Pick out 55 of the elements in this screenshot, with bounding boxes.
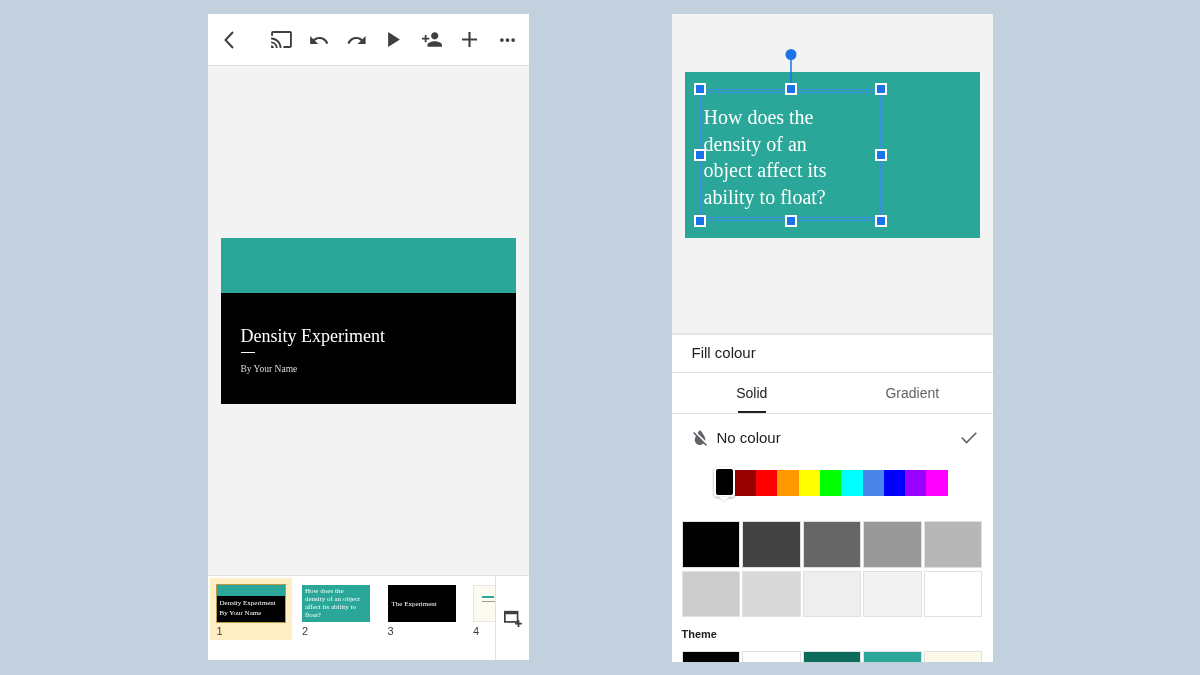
tab[interactable]: Gradient [832,373,993,413]
undo-icon[interactable] [309,35,329,44]
colour-swatch[interactable] [926,470,948,496]
add-person-icon[interactable] [422,32,443,47]
colour-swatch[interactable] [681,521,741,568]
slide-number: 3 [387,625,394,638]
title-rule [240,351,255,353]
colour-swatch[interactable] [905,470,927,496]
resize-handle[interactable] [693,149,706,161]
redo-icon[interactable] [347,35,367,44]
colour-swatch[interactable] [681,570,741,617]
colour-swatch[interactable] [742,521,801,568]
resize-handle[interactable] [874,215,887,227]
slide-thumbnail[interactable]: 4 [466,578,495,640]
add-slide-icon[interactable] [502,609,522,627]
panel-title: Fill colour [691,343,756,364]
colour-swatch[interactable] [862,470,884,496]
cast-icon[interactable] [270,31,292,48]
resize-handle[interactable] [874,83,887,95]
colour-swatch[interactable] [798,470,820,496]
slide-number: 4 [473,625,480,638]
colour-swatch[interactable] [863,570,922,617]
play-icon[interactable] [388,32,401,47]
colour-swatch[interactable] [923,570,983,617]
rotation-handle[interactable] [784,49,797,83]
crossed-drop-icon [692,430,707,446]
slide-title: Density Experiment [240,325,385,346]
resize-handle[interactable] [784,215,797,227]
colour-swatch[interactable] [734,470,757,496]
plus-icon[interactable] [462,32,478,47]
colour-swatch[interactable] [841,470,863,496]
theme-label: Theme [681,627,717,641]
colour-swatch[interactable] [883,470,906,496]
slide-number: 1 [216,625,223,638]
colour-swatch[interactable] [802,521,862,568]
no-colour-label: No colour [716,427,781,448]
resize-handle[interactable] [784,83,797,95]
colour-swatch[interactable] [742,570,801,617]
colour-swatch[interactable] [820,470,842,496]
slide-text: How does the density of an object affect its ability to float? [703,105,828,210]
pointer-icon [718,496,731,502]
colour-swatch[interactable] [863,521,922,568]
resize-handle[interactable] [693,215,706,227]
colour-swatch[interactable] [802,570,862,617]
slide-subtitle: By Your Name [240,363,298,375]
more-icon[interactable] [500,37,515,42]
tab[interactable]: Solid [671,373,832,413]
colour-swatch[interactable] [756,470,778,496]
resize-handle[interactable] [874,149,887,161]
back-icon[interactable] [223,30,234,49]
resize-handle[interactable] [693,83,706,95]
slide-number: 2 [302,625,309,638]
colour-swatch[interactable] [777,470,799,496]
colour-swatch[interactable] [923,521,983,568]
no-colour-option[interactable]: No colour [671,414,993,462]
